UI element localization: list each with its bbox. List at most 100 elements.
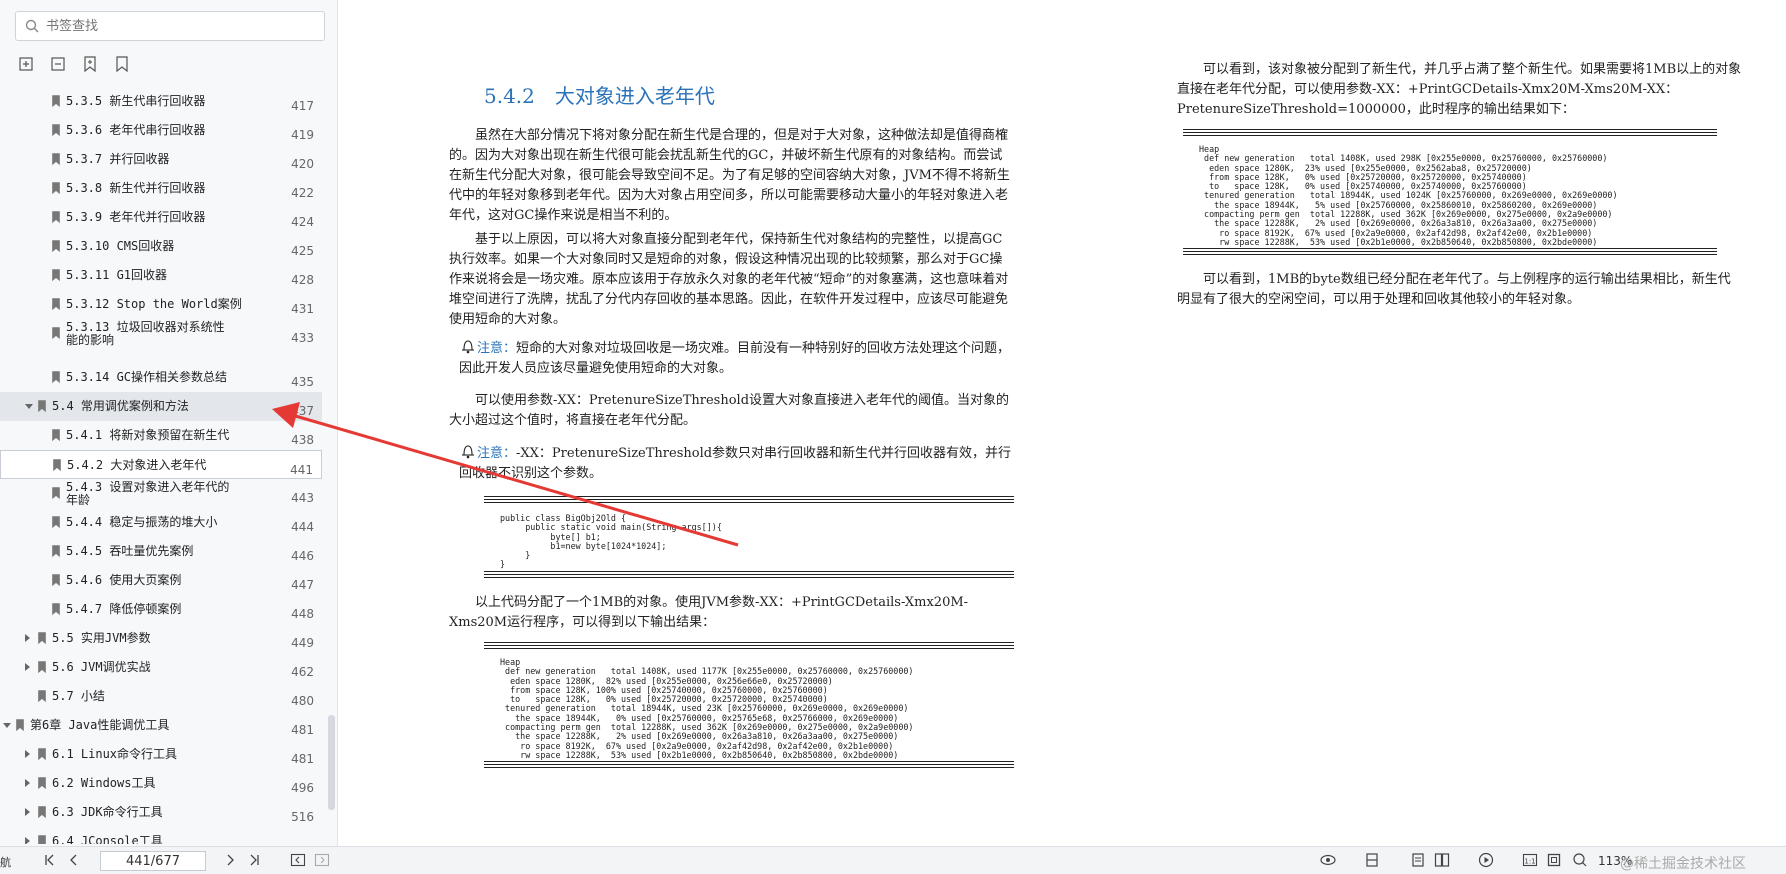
add-bookmark-icon[interactable] [81,55,99,73]
bookmark-item[interactable]: 6.3 JDK命令行工具 516 [0,798,322,827]
collapse-arrow-icon[interactable] [25,404,33,409]
bookmark-page-number: 435 [291,375,314,389]
bookmark-icon [38,400,46,412]
bookmark-sidebar: 5.3.5 新生代串行回收器 417 5.3.6 老年代串行回收器 419 5.3.7 … [0,0,338,846]
fit-page-icon[interactable] [1546,852,1562,868]
bookmark-page-number: 417 [291,99,314,113]
forward-icon[interactable] [314,852,330,868]
expand-arrow-icon[interactable] [25,808,30,816]
code-block-2: Heap def new generation total 1408K, use… [484,642,1014,768]
bookmark-icon [52,327,60,339]
note-label: 注意： [477,446,517,461]
bookmark-item[interactable]: 5.3.8 新生代并行回收器 422 [0,174,322,203]
bookmark-search-box[interactable] [15,11,325,41]
bookmark-item[interactable]: 5.7 小结 480 [0,682,322,711]
collapse-all-icon[interactable] [49,55,67,73]
sidebar-scrollbar[interactable] [328,715,335,810]
bookmark-page-number: 448 [291,607,314,621]
bookmark-item[interactable]: 5.4.7 降低停顿案例 448 [0,595,322,624]
bookmark-item[interactable]: 5.4 常用调优案例和方法 437 [0,392,322,421]
back-icon[interactable] [290,852,306,868]
bookmark-page-number: 446 [291,549,314,563]
next-page-icon[interactable] [222,852,238,868]
bookmark-page-number: 449 [291,636,314,650]
bookmark-icon [38,690,46,702]
code-block-3-text: Heap def new generation total 1408K, use… [1199,144,1618,247]
bookmark-page-number: 447 [291,578,314,592]
bell-icon [462,340,474,354]
bookmark-icon [53,459,61,471]
bookmark-item[interactable]: 5.3.12 Stop the World案例 431 [0,290,322,319]
bookmark-icon [52,124,60,136]
bookmark-item[interactable]: 6.4 JConsole工具 [0,827,322,844]
bookmark-item[interactable]: 5.4.1 将新对象预留在新生代 438 [0,421,322,450]
bookmark-label: 6.2 Windows工具 [52,776,156,790]
bookmark-item[interactable]: 5.4.5 吞吐量优先案例 446 [0,537,322,566]
bookmark-icon [52,574,60,586]
bookmark-item[interactable]: 第6章 Java性能调优工具 481 [0,711,322,740]
paragraph-2: 基于以上原因，可以将大对象直接分配到老年代，保持新生代对象结构的完整性，以提高G… [449,232,1009,327]
single-page-icon[interactable] [1410,852,1426,868]
bookmark-page-number: 437 [291,404,314,418]
expand-arrow-icon[interactable] [25,634,30,642]
zoom-in-icon[interactable] [1572,852,1588,868]
prev-page-icon[interactable] [66,852,82,868]
last-page-icon[interactable] [246,852,262,868]
bookmark-icon [38,777,46,789]
expand-arrow-icon[interactable] [25,779,30,787]
bookmark-item[interactable]: 5.3.14 GC操作相关参数总结 435 [0,363,322,392]
bookmark-item[interactable]: 5.4.4 稳定与振荡的堆大小 444 [0,508,322,537]
bookmark-item[interactable]: 5.4.2 大对象进入老年代 441 [0,450,322,479]
bookmark-item[interactable]: 5.6 JVM调优实战 462 [0,653,322,682]
bookmark-page-number: 431 [291,302,314,316]
bookmark-label: 5.5 实用JVM参数 [52,631,151,645]
expand-arrow-icon[interactable] [25,837,30,844]
bookmark-item[interactable]: 5.3.5 新生代串行回收器 417 [0,87,322,116]
bookmark-item[interactable]: 5.3.11 G1回收器 428 [0,261,322,290]
bookmark-item[interactable]: 6.1 Linux命令行工具 481 [0,740,322,769]
code-block-1-text: public class BigObj2Old { public static … [500,513,722,570]
bookmark-item[interactable]: 5.3.6 老年代串行回收器 419 [0,116,322,145]
eye-icon[interactable] [1320,852,1336,868]
paragraph-4: 以上代码分配了一个1MB的对象。使用JVM参数-XX：+PrintGCDetai… [449,595,969,630]
bookmark-icon[interactable] [113,55,131,73]
bookmark-item[interactable]: 5.4.6 使用大页案例 447 [0,566,322,595]
collapse-arrow-icon[interactable] [3,723,11,728]
fit-width-icon[interactable] [1364,852,1380,868]
bookmark-icon [52,269,60,281]
play-icon[interactable] [1478,852,1494,868]
two-page-icon[interactable] [1434,852,1450,868]
bookmark-icon [52,240,60,252]
bookmark-item[interactable]: 5.5 实用JVM参数 449 [0,624,322,653]
bookmark-search-input[interactable] [46,16,316,36]
note-1: 注意：短命的大对象对垃圾回收是一场灾难。目前没有一种特别好的回收方法处理这个问题… [459,338,1014,379]
bookmark-icon [38,661,46,673]
bookmark-icon [52,298,60,310]
bookmark-page-number: 420 [291,157,314,171]
bookmark-item[interactable]: 5.4.3 设置对象进入老年代的年龄 443 [0,479,322,508]
bookmark-page-number: 516 [291,810,314,824]
bookmark-page-number: 433 [291,331,314,345]
bookmark-label: 5.3.5 新生代串行回收器 [66,94,206,108]
first-page-icon[interactable] [42,852,58,868]
bookmark-icon [38,748,46,760]
bookmark-icon [52,371,60,383]
bookmark-label: 6.1 Linux命令行工具 [52,747,178,761]
expand-arrow-icon[interactable] [25,663,30,671]
note-2: 注意：-XX：PretenureSizeThreshold参数只对串行回收器和新… [459,443,1014,484]
bookmark-item[interactable]: 5.3.7 并行回收器 420 [0,145,322,174]
expand-arrow-icon[interactable] [25,750,30,758]
bookmark-label: 5.3.9 老年代并行回收器 [66,210,206,224]
bookmark-label: 5.6 JVM调优实战 [52,660,151,674]
watermark-text: @稀土掘金技术社区 [1620,856,1746,872]
page-number-input[interactable] [100,851,206,871]
bookmark-item[interactable]: 6.2 Windows工具 496 [0,769,322,798]
bookmark-label: 5.3.14 GC操作相关参数总结 [66,370,228,384]
actual-size-icon[interactable]: 1:1 [1522,852,1538,868]
bookmark-page-number: 496 [291,781,314,795]
bookmark-toolbar [17,55,131,73]
bookmark-item[interactable]: 5.3.9 老年代并行回收器 424 [0,203,322,232]
bookmark-item[interactable]: 5.3.13 垃圾回收器对系统性能的影响 433 [0,319,322,363]
expand-all-icon[interactable] [17,55,35,73]
bookmark-item[interactable]: 5.3.10 CMS回收器 425 [0,232,322,261]
